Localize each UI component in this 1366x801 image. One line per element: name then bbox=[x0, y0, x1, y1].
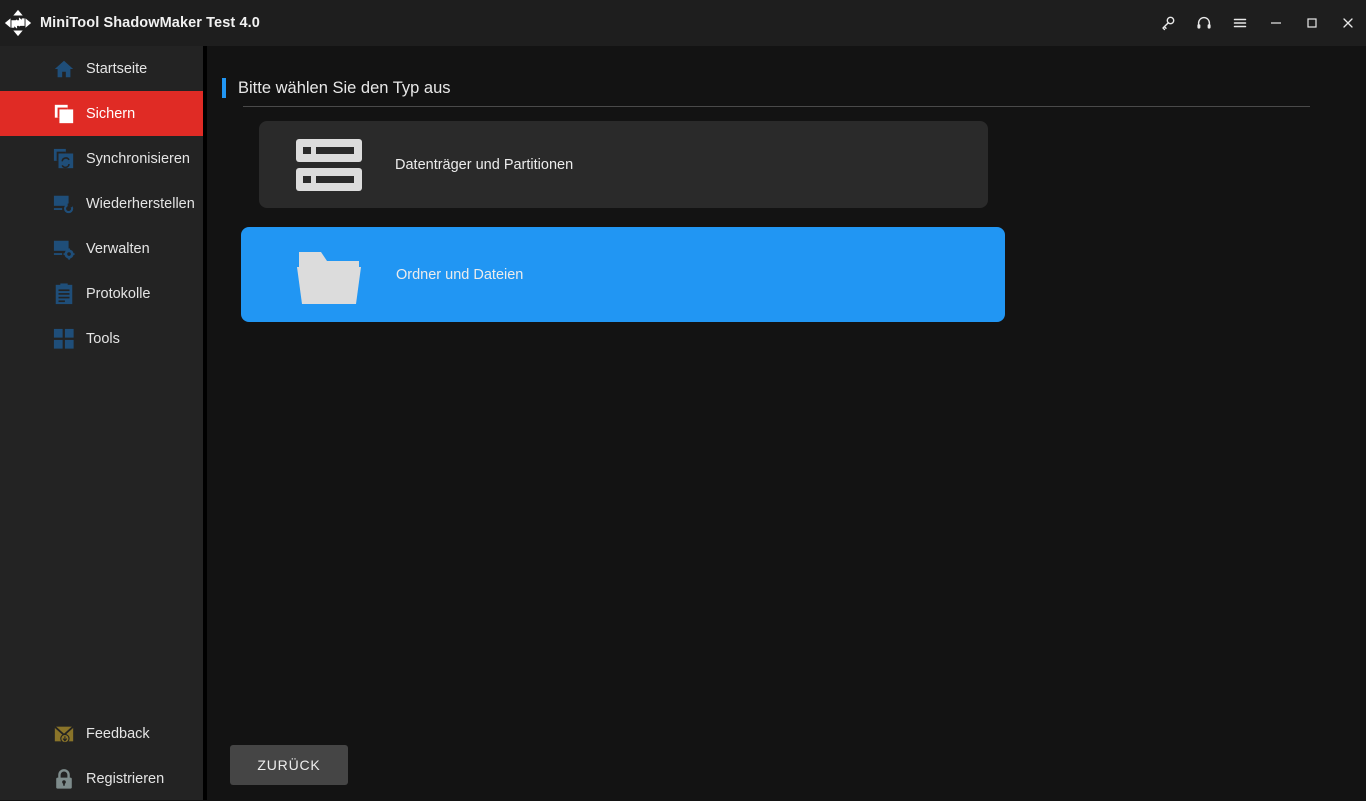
key-icon[interactable] bbox=[1150, 0, 1186, 46]
logs-icon bbox=[52, 282, 76, 306]
sidebar: Startseite Sichern Synchr bbox=[0, 46, 203, 800]
home-icon bbox=[52, 57, 76, 81]
title-bar: MiniTool ShadowMaker Test 4.0 bbox=[0, 0, 1366, 46]
sidebar-item-verwalten[interactable]: Verwalten bbox=[0, 226, 203, 271]
app-title: MiniTool ShadowMaker Test 4.0 bbox=[40, 15, 260, 31]
headset-icon[interactable] bbox=[1186, 0, 1222, 46]
folder-icon bbox=[293, 248, 365, 302]
sidebar-item-synchronisieren[interactable]: Synchronisieren bbox=[0, 136, 203, 181]
backup-type-card-folders-files[interactable]: Ordner und Dateien bbox=[241, 227, 1005, 322]
back-button[interactable]: ZURÜCK bbox=[230, 745, 348, 785]
sidebar-item-tools[interactable]: Tools bbox=[0, 316, 203, 361]
window-controls bbox=[1150, 0, 1366, 46]
sidebar-item-label: Sichern bbox=[86, 106, 135, 122]
sidebar-item-label: Protokolle bbox=[86, 286, 150, 302]
page-title: Bitte wählen Sie den Typ aus bbox=[238, 79, 451, 98]
sidebar-primary-nav: Startseite Sichern Synchr bbox=[0, 46, 203, 361]
sidebar-item-label: Registrieren bbox=[86, 771, 164, 787]
sidebar-item-wiederherstellen[interactable]: Wiederherstellen bbox=[0, 181, 203, 226]
sidebar-item-label: Startseite bbox=[86, 61, 147, 77]
card-label: Ordner und Dateien bbox=[396, 267, 523, 283]
hamburger-menu-icon[interactable] bbox=[1222, 0, 1258, 46]
tools-icon bbox=[52, 327, 76, 351]
sidebar-item-feedback[interactable]: Feedback bbox=[0, 711, 203, 756]
restore-icon bbox=[52, 192, 76, 216]
sidebar-item-label: Verwalten bbox=[86, 241, 150, 257]
sidebar-secondary-nav: Feedback Registrieren bbox=[0, 711, 203, 801]
disk-partitions-icon bbox=[293, 138, 365, 192]
sidebar-item-protokolle[interactable]: Protokolle bbox=[0, 271, 203, 316]
close-icon[interactable] bbox=[1330, 0, 1366, 46]
minimize-icon[interactable] bbox=[1258, 0, 1294, 46]
sidebar-item-label: Wiederherstellen bbox=[86, 196, 195, 212]
sidebar-item-startseite[interactable]: Startseite bbox=[0, 46, 203, 91]
sidebar-item-label: Synchronisieren bbox=[86, 151, 190, 167]
sidebar-item-registrieren[interactable]: Registrieren bbox=[0, 756, 203, 801]
manage-icon bbox=[52, 237, 76, 261]
header-divider bbox=[243, 106, 1310, 107]
lock-icon bbox=[52, 767, 76, 791]
header-accent-bar bbox=[222, 78, 226, 98]
card-label: Datenträger und Partitionen bbox=[395, 157, 573, 173]
backup-icon bbox=[52, 102, 76, 126]
backup-type-card-disk-partitions[interactable]: Datenträger und Partitionen bbox=[259, 121, 988, 208]
sidebar-item-label: Feedback bbox=[86, 726, 150, 742]
refresh-circular-arrows-icon bbox=[3, 8, 33, 38]
sync-icon bbox=[52, 147, 76, 171]
main-content: Bitte wählen Sie den Typ aus Datenträger… bbox=[207, 46, 1366, 800]
maximize-icon[interactable] bbox=[1294, 0, 1330, 46]
feedback-envelope-icon bbox=[52, 722, 76, 746]
page-header: Bitte wählen Sie den Typ aus bbox=[222, 78, 451, 98]
sidebar-item-label: Tools bbox=[86, 331, 120, 347]
sidebar-item-sichern[interactable]: Sichern bbox=[0, 91, 203, 136]
